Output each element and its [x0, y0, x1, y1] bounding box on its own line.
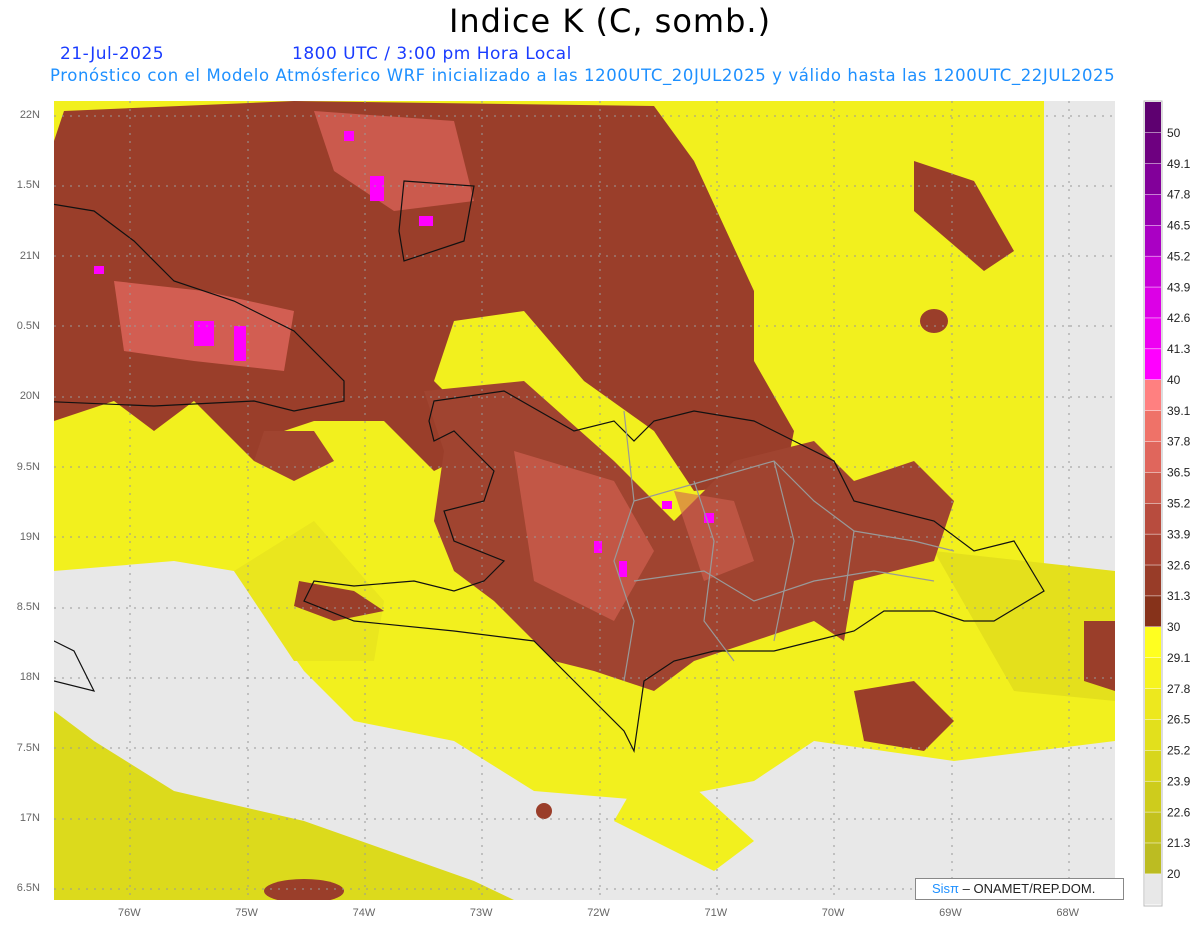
- colorbar-cell: [1145, 750, 1161, 781]
- forecast-date: 21-Jul-2025: [60, 44, 165, 64]
- colorbar-label: 22.6: [1167, 805, 1191, 819]
- colorbar-label: 33.9: [1167, 527, 1191, 541]
- colorbar-cell: [1145, 410, 1161, 442]
- lon-label: 71W: [704, 907, 728, 919]
- colorbar-label: 27.8: [1167, 682, 1191, 696]
- colorbar-cell: [1145, 812, 1161, 843]
- lat-label: 21N: [19, 249, 40, 262]
- lat-label: 20N: [19, 390, 40, 403]
- colorbar-cell: [1145, 874, 1161, 905]
- lat-label: 6.5N: [16, 882, 40, 895]
- colorbar-label: 31.3: [1167, 589, 1191, 603]
- lon-label: 75W: [235, 907, 258, 919]
- colorbar-cell: [1145, 688, 1161, 720]
- lon-label: 74W: [352, 907, 376, 919]
- brown-region: [536, 803, 552, 819]
- colorbar-cell: [1145, 102, 1161, 133]
- colorbar-label: 41.3: [1167, 342, 1191, 356]
- colorbar-label: 45.2: [1167, 249, 1191, 263]
- k-index-map: [54, 101, 1115, 900]
- colorbar-label: 25.2: [1167, 744, 1191, 758]
- colorbar-label: 39.1: [1167, 404, 1191, 418]
- lon-label: 72W: [587, 907, 610, 919]
- colorbar-label: 35.2: [1167, 497, 1191, 511]
- colorbar-cell: [1145, 843, 1161, 874]
- colorbar-cell: [1145, 225, 1161, 256]
- colorbar-cell: [1145, 657, 1161, 689]
- colorbar-label: 36.5: [1167, 466, 1191, 480]
- colorbar-cell: [1145, 194, 1161, 226]
- forecast-description: Pronóstico con el Modelo Atmósferico WRF…: [50, 66, 1116, 85]
- lon-label: 70W: [821, 907, 845, 919]
- lon-label: 68W: [1056, 907, 1080, 919]
- lat-label: 9.5N: [16, 460, 40, 473]
- colorbar-label: 43.9: [1167, 280, 1191, 294]
- colorbar-label: 32.6: [1167, 558, 1191, 572]
- credit-text: – ONAMET/REP.DOM.: [962, 881, 1096, 896]
- colorbar-label: 49.1: [1167, 157, 1191, 171]
- colorbar-cell: [1145, 627, 1161, 658]
- colorbar-cell: [1145, 472, 1161, 503]
- lon-label: 76W: [118, 907, 141, 919]
- colorbar-frame: [1143, 100, 1163, 907]
- brown-region: [920, 309, 948, 333]
- forecast-time: 1800 UTC / 3:00 pm Hora Local: [292, 44, 572, 64]
- credit-brand: Sisπ: [932, 881, 960, 896]
- colorbar-cell: [1145, 719, 1161, 751]
- lat-label: 17N: [19, 812, 40, 824]
- colorbar-label: 29.1: [1167, 651, 1191, 665]
- colorbar-cell: [1145, 441, 1161, 473]
- colorbar-label: 20: [1167, 867, 1181, 881]
- credit-box: Sisπ – ONAMET/REP.DOM.: [915, 878, 1124, 900]
- colorbar-label: 30: [1167, 620, 1181, 634]
- colorbar-cell: [1145, 287, 1161, 318]
- colorbar-label: 21.3: [1167, 836, 1191, 850]
- lat-label: 0.5N: [16, 319, 40, 332]
- lat-label: 22N: [19, 109, 40, 121]
- lat-label: 1.5N: [16, 179, 40, 192]
- colorbar-cell: [1145, 379, 1161, 411]
- map-title: Indice K (C, somb.): [448, 2, 772, 40]
- colorbar-label: 50: [1167, 126, 1181, 140]
- colorbar-label: 40: [1167, 373, 1181, 387]
- colorbar-cell: [1145, 534, 1161, 565]
- colorbar-label: 23.9: [1167, 774, 1191, 788]
- colorbar-cell: [1145, 256, 1161, 287]
- lat-label: 7.5N: [16, 741, 40, 754]
- colorbar-label: 26.5: [1167, 713, 1191, 727]
- colorbar-cell: [1145, 596, 1161, 627]
- lat-label: 8.5N: [16, 601, 40, 614]
- colorbar-cell: [1145, 132, 1161, 164]
- colorbar-cell: [1145, 349, 1161, 380]
- colorbar-label: 42.6: [1167, 311, 1191, 325]
- colorbar-label: 37.8: [1167, 435, 1191, 449]
- colorbar-cell: [1145, 781, 1161, 812]
- lat-label: 18N: [19, 671, 40, 684]
- colorbar-cell: [1145, 503, 1161, 534]
- colorbar-label: 46.5: [1167, 219, 1191, 233]
- colorbar-label: 47.8: [1167, 188, 1191, 202]
- lon-label: 69W: [939, 907, 962, 919]
- lon-label: 73W: [469, 907, 493, 919]
- colorbar-cell: [1145, 565, 1161, 596]
- lat-label: 19N: [19, 530, 40, 543]
- colorbar-cell: [1145, 163, 1161, 195]
- colorbar-cell: [1145, 318, 1161, 349]
- brown-region: [1084, 621, 1115, 691]
